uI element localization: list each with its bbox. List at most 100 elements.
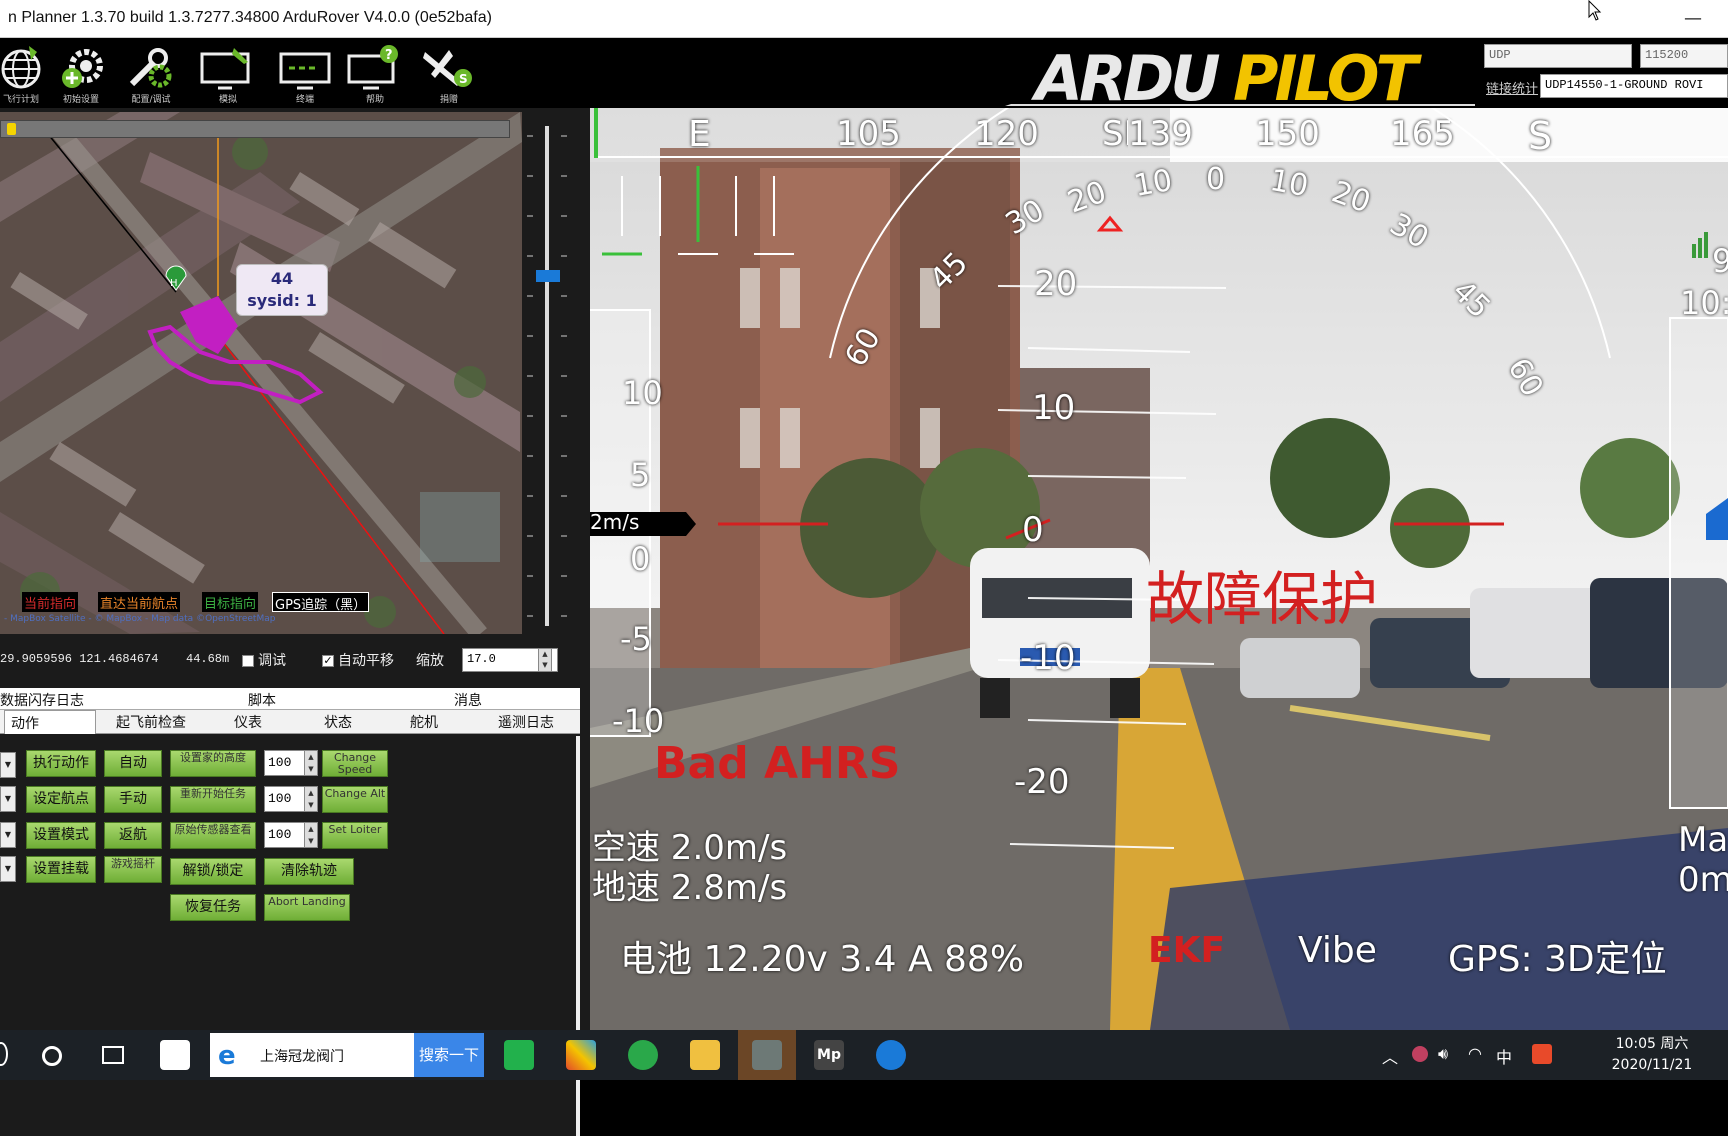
clear-track-button[interactable]: 清除轨迹 bbox=[264, 858, 354, 885]
debug-checkbox[interactable]: 调试 bbox=[242, 650, 286, 670]
abort-landing-button[interactable]: Abort Landing bbox=[264, 894, 350, 921]
manual-button[interactable]: 手动 bbox=[104, 786, 162, 813]
tabs-top-row: 数据闪存日志 脚本 消息 bbox=[0, 688, 580, 710]
joystick-button[interactable]: 游戏摇杆 bbox=[104, 856, 162, 883]
tab-actions[interactable]: 动作 bbox=[4, 710, 96, 734]
chevron-down-icon[interactable]: ▼ bbox=[0, 786, 16, 812]
ime-indicator[interactable]: 中 bbox=[1496, 1044, 1512, 1068]
do-action-button[interactable]: 执行动作 bbox=[26, 750, 96, 777]
search-button[interactable]: 搜索一下 bbox=[414, 1033, 484, 1077]
cortana-icon[interactable] bbox=[42, 1046, 62, 1066]
toolbar-help[interactable]: ? 帮助 bbox=[340, 44, 410, 106]
toolbar-label: 初始设置 bbox=[62, 95, 99, 105]
minimize-button[interactable]: — bbox=[1684, 8, 1702, 29]
tab-dataflash-logs[interactable]: 数据闪存日志 bbox=[0, 690, 84, 710]
clock[interactable]: 10:05 周六 2020/11/21 bbox=[1592, 1034, 1712, 1076]
pitch-tick: 10 bbox=[1032, 388, 1076, 428]
coords-bar: 29.9059596 121.4684674 44.68m 调试 ✓ 自动平移 缩… bbox=[0, 642, 590, 682]
checkmark-icon: ✓ bbox=[322, 654, 334, 667]
tab-preflight[interactable]: 起飞前检查 bbox=[116, 712, 186, 732]
alt-spinner[interactable]: ▲ ▼ bbox=[304, 786, 318, 812]
vibe-indicator[interactable]: Vibe bbox=[1298, 930, 1377, 971]
speed-spinner[interactable]: ▲ ▼ bbox=[304, 750, 318, 776]
tab-servo[interactable]: 舵机 bbox=[410, 712, 438, 732]
iqiyi-icon[interactable] bbox=[504, 1040, 534, 1070]
toolbar-config-tuning[interactable]: 配置/调试 bbox=[116, 44, 186, 106]
main-toolbar: 飞行计划 初始设置 配置/调试 模拟 终端 ? 帮助 S 捐赠 ARDU PIL… bbox=[0, 38, 1728, 108]
task-view-icon[interactable] bbox=[102, 1046, 124, 1064]
battery-readout: 电池 12.20v 3.4 A 88% bbox=[620, 939, 1025, 980]
restart-mission-button[interactable]: 重新开始任务 bbox=[170, 786, 256, 813]
change-alt-button[interactable]: Change Alt bbox=[322, 786, 388, 813]
svg-text:S: S bbox=[459, 72, 468, 86]
qq-browser-icon[interactable] bbox=[876, 1040, 906, 1070]
zoom-label: 缩放 bbox=[416, 653, 444, 669]
tab-telemetry-logs[interactable]: 遥测日志 bbox=[498, 712, 554, 732]
alt-input[interactable]: 100 bbox=[264, 786, 306, 812]
tray-chevron-up-icon[interactable]: ︿ bbox=[1382, 1044, 1398, 1068]
browser-icon[interactable] bbox=[628, 1040, 658, 1070]
raw-sensor-view-button[interactable]: 原始传感器查看 bbox=[170, 822, 256, 849]
port-select[interactable]: UDP bbox=[1484, 44, 1632, 68]
browser-search-box[interactable]: e 上海冠龙阀门 bbox=[210, 1033, 416, 1077]
set-mode-button[interactable]: 设置模式 bbox=[26, 822, 96, 849]
left-pane: H 44 sysid: 1 当前指向 直达当前航点 目标指向 GPS追踪（黑） … bbox=[0, 108, 590, 1136]
toolbar-initial-setup[interactable]: 初始设置 bbox=[46, 44, 116, 106]
autopan-checkbox[interactable]: ✓ 自动平移 bbox=[322, 650, 394, 670]
taskbar: e 上海冠龙阀门 搜索一下 Mp ︿ 🔊︎ ◠ 中 10:05 周六 2020/… bbox=[0, 1030, 1728, 1080]
mission-planner-icon[interactable]: Mp bbox=[814, 1040, 844, 1070]
change-speed-button[interactable]: Change Speed bbox=[322, 750, 388, 777]
wrench-gear-icon bbox=[129, 48, 172, 88]
puzzle-app-icon[interactable] bbox=[566, 1040, 596, 1070]
baud-select[interactable]: 115200 bbox=[1640, 44, 1728, 68]
set-waypoint-button[interactable]: 设定航点 bbox=[26, 786, 96, 813]
zoom-spinner[interactable]: ▲ ▼ bbox=[538, 648, 552, 672]
start-icon[interactable] bbox=[0, 1042, 8, 1066]
chevron-down-icon[interactable]: ▼ bbox=[0, 856, 16, 882]
wifi-icon[interactable]: ◠ bbox=[1468, 1044, 1482, 1063]
toolbar-simulation[interactable]: 模拟 bbox=[193, 44, 263, 106]
arm-disarm-button[interactable]: 解锁/锁定 bbox=[170, 858, 256, 885]
tray-app-icon[interactable] bbox=[1412, 1046, 1428, 1062]
speed-tick: 5 bbox=[630, 456, 651, 494]
failsafe-warning: 故障保护 bbox=[1146, 565, 1379, 633]
slider-thumb[interactable] bbox=[536, 270, 560, 282]
sogou-icon[interactable] bbox=[1532, 1044, 1552, 1064]
toolbar-donate[interactable]: S 捐赠 bbox=[414, 44, 484, 106]
tab-messages[interactable]: 消息 bbox=[454, 690, 482, 710]
ekf-indicator[interactable]: EKF bbox=[1148, 930, 1225, 971]
toolbar-label: 配置/调试 bbox=[131, 95, 171, 105]
volume-icon[interactable]: 🔊︎ bbox=[1438, 1044, 1448, 1064]
rtl-button[interactable]: 返航 bbox=[104, 822, 162, 849]
resume-mission-button[interactable]: 恢复任务 bbox=[170, 894, 256, 921]
speed-input[interactable]: 100 bbox=[264, 750, 306, 776]
vehicle-sysid: sysid: 1 bbox=[247, 291, 317, 310]
set-home-alt-button[interactable]: 设置家的高度 bbox=[170, 750, 256, 777]
zoom-slider[interactable] bbox=[523, 116, 583, 636]
target-select[interactable]: UDP14550-1-GROUND ROVI bbox=[1540, 74, 1728, 98]
set-loiter-button[interactable]: Set Loiter bbox=[322, 822, 388, 849]
tab-status[interactable]: 状态 bbox=[324, 712, 352, 732]
loiter-spinner[interactable]: ▲ ▼ bbox=[304, 822, 318, 848]
groundspeed-readout: 地速 2.8m/s bbox=[592, 868, 788, 908]
link-stats-link[interactable]: 链接统计 bbox=[1486, 78, 1538, 97]
auto-button[interactable]: 自动 bbox=[104, 750, 162, 777]
toolbar-label: 模拟 bbox=[218, 95, 237, 105]
pitch-tick: 20 bbox=[1034, 264, 1078, 304]
folder-icon[interactable] bbox=[690, 1040, 720, 1070]
pinwheel-app-icon[interactable] bbox=[160, 1040, 190, 1070]
chevron-down-icon[interactable]: ▼ bbox=[0, 822, 16, 848]
set-mount-button[interactable]: 设置挂载 bbox=[26, 856, 96, 883]
chevron-down-icon[interactable]: ▼ bbox=[0, 752, 16, 778]
debug-label: 调试 bbox=[258, 653, 286, 669]
toolbar-terminal[interactable]: 终端 bbox=[270, 44, 340, 106]
tab-scripts[interactable]: 脚本 bbox=[248, 690, 276, 710]
vehicle-label: 44 sysid: 1 bbox=[236, 264, 328, 316]
autopan-label: 自动平移 bbox=[338, 653, 394, 669]
legend-target: 目标指向 bbox=[202, 592, 259, 612]
speed-tick: -10 bbox=[612, 702, 665, 740]
help-monitor-icon: ? bbox=[347, 45, 398, 90]
loiter-input[interactable]: 100 bbox=[264, 822, 306, 848]
map-view[interactable]: H 44 sysid: 1 当前指向 直达当前航点 目标指向 GPS追踪（黑） … bbox=[0, 112, 522, 634]
tab-gauges[interactable]: 仪表 bbox=[234, 712, 262, 732]
